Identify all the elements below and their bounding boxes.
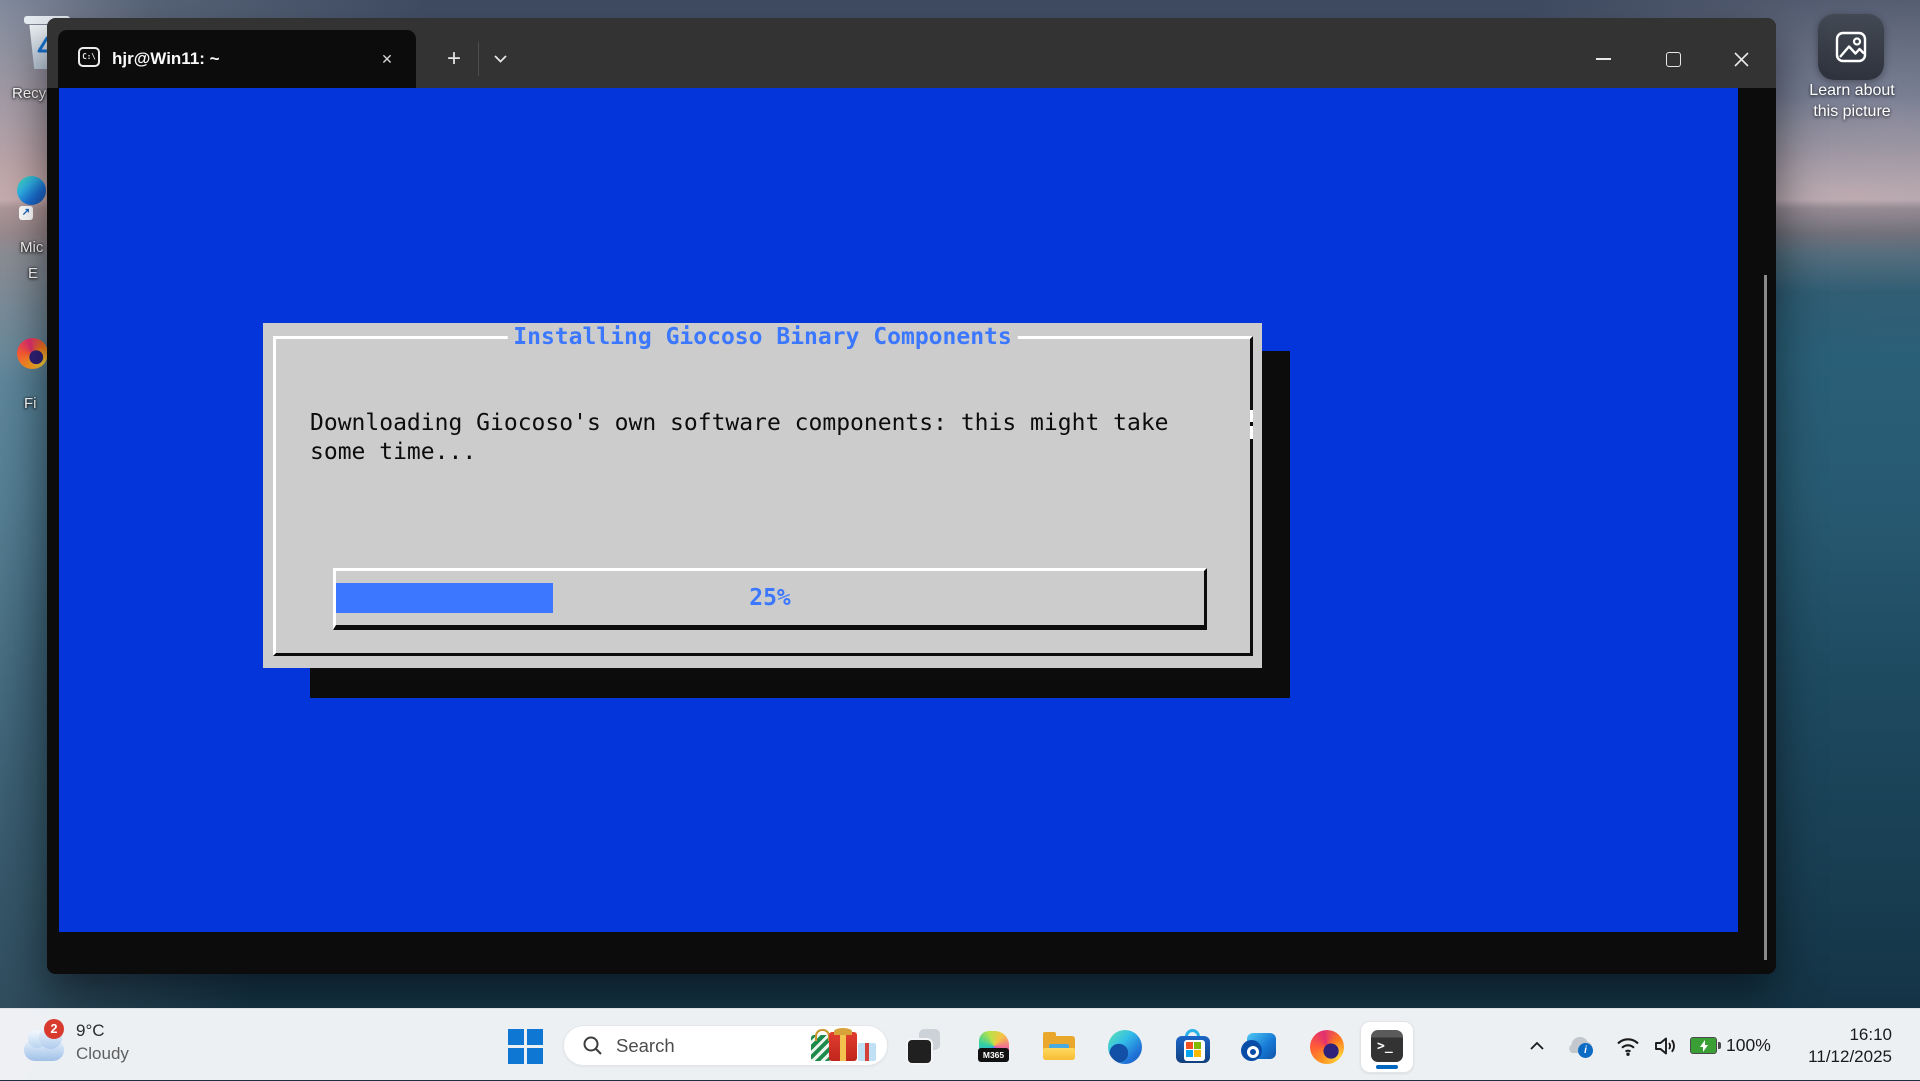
clock-date: 11/12/2025 [1770, 1046, 1892, 1068]
installer-dialog: Installing Giocoso Binary Components Dow… [263, 323, 1262, 668]
edge-icon [1108, 1030, 1142, 1064]
taskbar-app-outlook[interactable] [1241, 1029, 1277, 1065]
search-icon [582, 1035, 604, 1057]
gift-box-small-icon [858, 1043, 876, 1061]
taskbar-app-edge[interactable] [1107, 1029, 1143, 1065]
file-explorer-icon [1043, 1032, 1056, 1039]
chevron-up-icon [1529, 1041, 1545, 1051]
shortcut-arrow-icon: ↗ [19, 206, 33, 220]
weather-widget[interactable]: 2 9°C Cloudy [0, 1009, 160, 1081]
m365-badge: M365 [978, 1048, 1009, 1062]
minimize-icon [1596, 58, 1611, 60]
edge-label-line2: E [28, 265, 38, 282]
notification-badge: 2 [44, 1019, 64, 1039]
tab-dropdown-button[interactable] [482, 41, 518, 77]
speaker-icon [1651, 1034, 1679, 1058]
start-icon [508, 1048, 524, 1064]
wifi-icon [1614, 1034, 1642, 1058]
terminal-content: Installing Giocoso Binary Components Dow… [47, 88, 1776, 974]
clock-time: 16:10 [1770, 1024, 1892, 1046]
holiday-gifts-icon [811, 1029, 877, 1062]
new-tab-button[interactable]: + [436, 41, 472, 77]
taskbar-app-copilot[interactable]: M365 [976, 1029, 1012, 1065]
picture-icon [1833, 29, 1869, 65]
tab-close-icon[interactable]: ✕ [374, 46, 400, 72]
minimize-button[interactable] [1580, 36, 1626, 82]
battery-icon [1690, 1037, 1717, 1054]
file-explorer-icon [1043, 1048, 1075, 1060]
windows-logo-icon [1184, 1040, 1205, 1061]
dialog-message: Downloading Giocoso's own software compo… [310, 409, 1240, 467]
tray-show-hidden-icons[interactable] [1522, 1031, 1552, 1061]
terminal-window: C:\ hjr@Win11: ~ ✕ + Installing Gioc [47, 18, 1776, 974]
taskbar-app-terminal-active[interactable]: >_ [1360, 1021, 1414, 1073]
weather-condition: Cloudy [76, 1044, 129, 1064]
edge-label-line1: Mic [20, 239, 43, 256]
gift-box-icon [829, 1032, 857, 1061]
progress-percent-label: 25% [336, 583, 1204, 613]
taskbar-app-store[interactable] [1175, 1029, 1211, 1065]
dialog-title: Installing Giocoso Binary Components [507, 324, 1018, 351]
maximize-icon [1666, 52, 1681, 67]
close-icon [1734, 52, 1749, 67]
command-prompt-icon: C:\ [78, 47, 100, 67]
taskbar: 2 9°C Cloudy Search M365 [0, 1008, 1920, 1080]
progress-gauge: 25% [333, 568, 1207, 630]
start-icon [508, 1029, 524, 1045]
start-icon [527, 1048, 543, 1064]
terminal-scrollbar[interactable] [1764, 275, 1767, 960]
maximize-button[interactable] [1650, 36, 1696, 82]
tab-bar-divider [478, 42, 479, 76]
firefox-icon [17, 338, 48, 369]
outlook-icon [1241, 1040, 1262, 1061]
taskbar-app-file-explorer[interactable] [1041, 1029, 1077, 1065]
info-badge-icon: i [1578, 1043, 1593, 1058]
edge-icon [17, 176, 46, 205]
firefox-label: Fi [24, 395, 37, 412]
battery-nub [1718, 1042, 1721, 1049]
learn-about-picture-label: Learn about this picture [1782, 80, 1920, 122]
search-box[interactable]: Search [563, 1025, 888, 1066]
task-view-button[interactable] [906, 1029, 944, 1065]
tab-title: hjr@Win11: ~ [112, 49, 220, 69]
taskbar-app-firefox[interactable] [1309, 1029, 1345, 1065]
terminal-tab-bar: C:\ hjr@Win11: ~ ✕ + [47, 18, 1776, 88]
gift-bag-icon [811, 1035, 831, 1061]
dialog-border-tick [1250, 426, 1253, 439]
windows-logo-quad [1194, 1050, 1201, 1057]
tray-battery[interactable] [1690, 1031, 1724, 1061]
firefox-icon [1310, 1030, 1344, 1064]
dialog-border-tick [1250, 410, 1253, 422]
terminal-icon: >_ [1371, 1030, 1403, 1062]
task-view-icon [906, 1038, 933, 1065]
tray-clock[interactable]: 16:10 11/12/2025 [1770, 1024, 1892, 1068]
tray-onedrive[interactable]: i [1564, 1031, 1594, 1061]
battery-percent-label[interactable]: 100% [1726, 1035, 1771, 1056]
active-app-indicator [1376, 1065, 1398, 1069]
close-button[interactable] [1718, 36, 1764, 82]
start-button[interactable] [508, 1029, 543, 1064]
tray-wifi[interactable] [1613, 1031, 1643, 1061]
weather-cloud-icon [24, 1039, 64, 1061]
windows-logo-quad [1194, 1042, 1201, 1049]
tray-volume[interactable] [1650, 1031, 1680, 1061]
terminal-tab[interactable]: C:\ hjr@Win11: ~ ✕ [58, 30, 416, 88]
charging-bolt-icon [1699, 1040, 1709, 1052]
chevron-down-icon [494, 55, 507, 63]
start-icon [527, 1029, 543, 1045]
weather-temperature: 9°C [76, 1021, 105, 1041]
learn-about-picture-button[interactable] [1818, 14, 1884, 80]
windows-logo-quad [1186, 1042, 1193, 1049]
search-placeholder: Search [616, 1026, 675, 1065]
windows-logo-quad [1186, 1050, 1193, 1057]
